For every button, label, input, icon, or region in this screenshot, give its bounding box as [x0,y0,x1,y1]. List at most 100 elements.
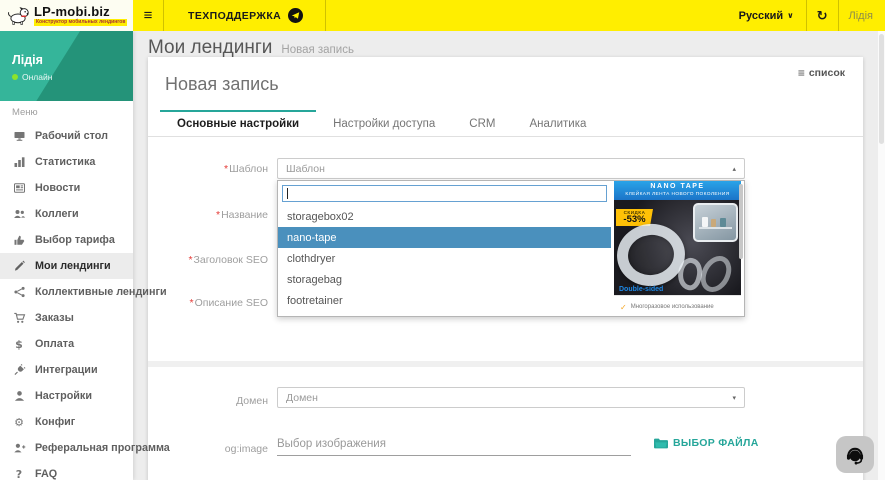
tab-crm[interactable]: CRM [452,110,512,136]
sidebar-item-label: Коллективные лендинги [35,286,167,298]
sidebar-item-orders[interactable]: Заказы [0,305,133,331]
domain-select-placeholder: Домен [286,392,318,404]
required-mark: * [224,163,228,175]
user-status: Онлайн [12,72,52,82]
chat-widget[interactable] [836,436,874,473]
folder-icon [654,438,668,449]
dollar-icon: $ [12,338,26,351]
cart-icon [12,312,26,324]
breadcrumb: Мои лендинги Новая запись [148,37,354,59]
preview-subtitle: КЛЕЙКАЯ ЛЕНТА НОВОГО ПОКОЛЕНИЯ [614,191,741,198]
name-label: *Название [158,209,268,221]
template-label: *Шаблон [158,163,268,175]
tab-analytics[interactable]: Аналитика [512,110,603,136]
required-mark: * [188,254,192,266]
preview-image: СКИДКА -53% Double-sided [614,200,741,295]
og-image-input[interactable]: Выбор изображения [277,429,631,456]
sidebar-item-label: Выбор тарифа [35,234,115,246]
chevron-down-icon: ∨ [787,11,794,20]
caret-down-icon: ▾ [732,394,736,402]
og-image-label: og:image [158,443,268,455]
preview-title: NANO TAPE [614,183,741,191]
sidebar-item-colleagues[interactable]: Коллеги [0,201,133,227]
option-clothdryer[interactable]: clothdryer [278,248,611,269]
sidebar-item-collective-landings[interactable]: Коллективные лендинги [0,279,133,305]
pencil-icon [12,260,26,272]
logo[interactable]: LP-mobi.biz Конструктор мобильных лендин… [0,0,133,31]
sidebar-item-news[interactable]: Новости [0,175,133,201]
online-dot [12,74,18,80]
telegram-icon [288,8,303,23]
language-selector[interactable]: Русский ∨ [727,0,806,31]
sidebar-item-label: Оплата [35,338,74,350]
option-storagebag[interactable]: storagebag [278,269,611,290]
sidebar-item-desktop[interactable]: Рабочий стол [0,123,133,149]
sidebar-item-label: Конфиг [35,416,75,428]
template-select[interactable]: Шаблон ▴ [277,158,745,179]
sidebar-item-tariff[interactable]: Выбор тарифа [0,227,133,253]
option-storagebox02[interactable]: storagebox02 [278,206,611,227]
domain-label: Домен [158,395,268,407]
text-cursor [287,188,288,199]
sidebar-item-referral[interactable]: Реферальная программа [0,435,133,461]
template-select-placeholder: Шаблон [286,163,325,175]
language-label: Русский [739,10,783,22]
refresh-icon[interactable]: ↻ [807,0,838,31]
sidebar-item-faq[interactable]: ? FAQ [0,461,133,480]
tab-main-settings[interactable]: Основные настройки [160,110,316,136]
tape-loop-graphic [695,251,738,295]
sidebar-item-payment[interactable]: $ Оплата [0,331,133,357]
sidebar-item-label: Реферальная программа [35,442,170,454]
sidebar-item-statistics[interactable]: Статистика [0,149,133,175]
main-content: Мои лендинги Новая запись ≡ список Новая… [133,31,885,480]
sidebar-item-integrations[interactable]: Интеграции [0,357,133,383]
plug-icon [12,364,26,376]
top-bar: LP-mobi.biz Конструктор мобильных лендин… [0,0,885,31]
og-image-placeholder: Выбор изображения [277,438,386,450]
dog-logo-icon [7,6,30,25]
scrollbar-thumb[interactable] [879,34,884,144]
caret-up-icon: ▴ [732,165,736,173]
option-springclothes[interactable]: springclothes [278,311,611,317]
sidebar-item-label: Рабочий стол [35,130,108,142]
domain-select[interactable]: Домен ▾ [277,387,745,408]
sidebar-item-label: Коллеги [35,208,79,220]
preview-caption: Double-sided [619,286,663,293]
option-footretainer[interactable]: footretainer [278,290,611,311]
tab-access-settings[interactable]: Настройки доступа [316,110,452,136]
sidebar-item-config[interactable]: ⚙ Конфиг [0,409,133,435]
bar-chart-icon [12,156,26,168]
topbar-username[interactable]: Лідія [839,0,885,31]
sidebar-item-label: FAQ [35,468,57,480]
hamburger-menu-icon[interactable]: ≡ [133,0,163,31]
preview-header: NANO TAPE КЛЕЙКАЯ ЛЕНТА НОВОГО ПОКОЛЕНИЯ [614,181,741,200]
sidebar-item-settings[interactable]: Настройки [0,383,133,409]
preview-feature-row: ✓ Многоразовое использование [614,295,741,317]
user-status-label: Онлайн [22,72,52,82]
list-button-label: список [809,67,845,79]
topbar-divider [325,0,326,31]
discount-badge-value: -53% [616,215,653,224]
required-mark: * [216,209,220,221]
dropdown-search-input[interactable] [282,185,607,202]
tab-bar: Основные настройки Настройки доступа CRM… [148,110,863,137]
required-mark: * [190,297,194,309]
form-card: ≡ список Новая запись Основные настройки… [148,57,863,480]
option-nano-tape[interactable]: nano-tape [278,227,611,248]
card-title: Новая запись [165,74,279,95]
menu-section-label: Меню [12,107,38,118]
thumb-up-icon [12,234,26,246]
page-scrollbar[interactable] [878,31,885,480]
support-button[interactable]: ТЕХПОДДЕРЖКА [164,0,325,31]
sidebar-item-my-landings[interactable]: Мои лендинги [0,253,133,279]
page-title: Мои лендинги [148,37,272,59]
seo-title-label: *Заголовок SEO [158,254,268,266]
sidebar: Лідія Онлайн Меню Рабочий стол Статистик… [0,31,133,480]
logo-tagline: Конструктор мобильных лендингов [34,19,127,26]
dropdown-scrollbar[interactable] [739,184,743,259]
sidebar-item-label: Новости [35,182,80,194]
gears-icon: ⚙ [12,416,26,429]
choose-file-button[interactable]: ВЫБОР ФАЙЛА [654,437,759,449]
list-button[interactable]: ≡ список [798,66,845,80]
logo-title: LP-mobi.biz [34,5,127,18]
